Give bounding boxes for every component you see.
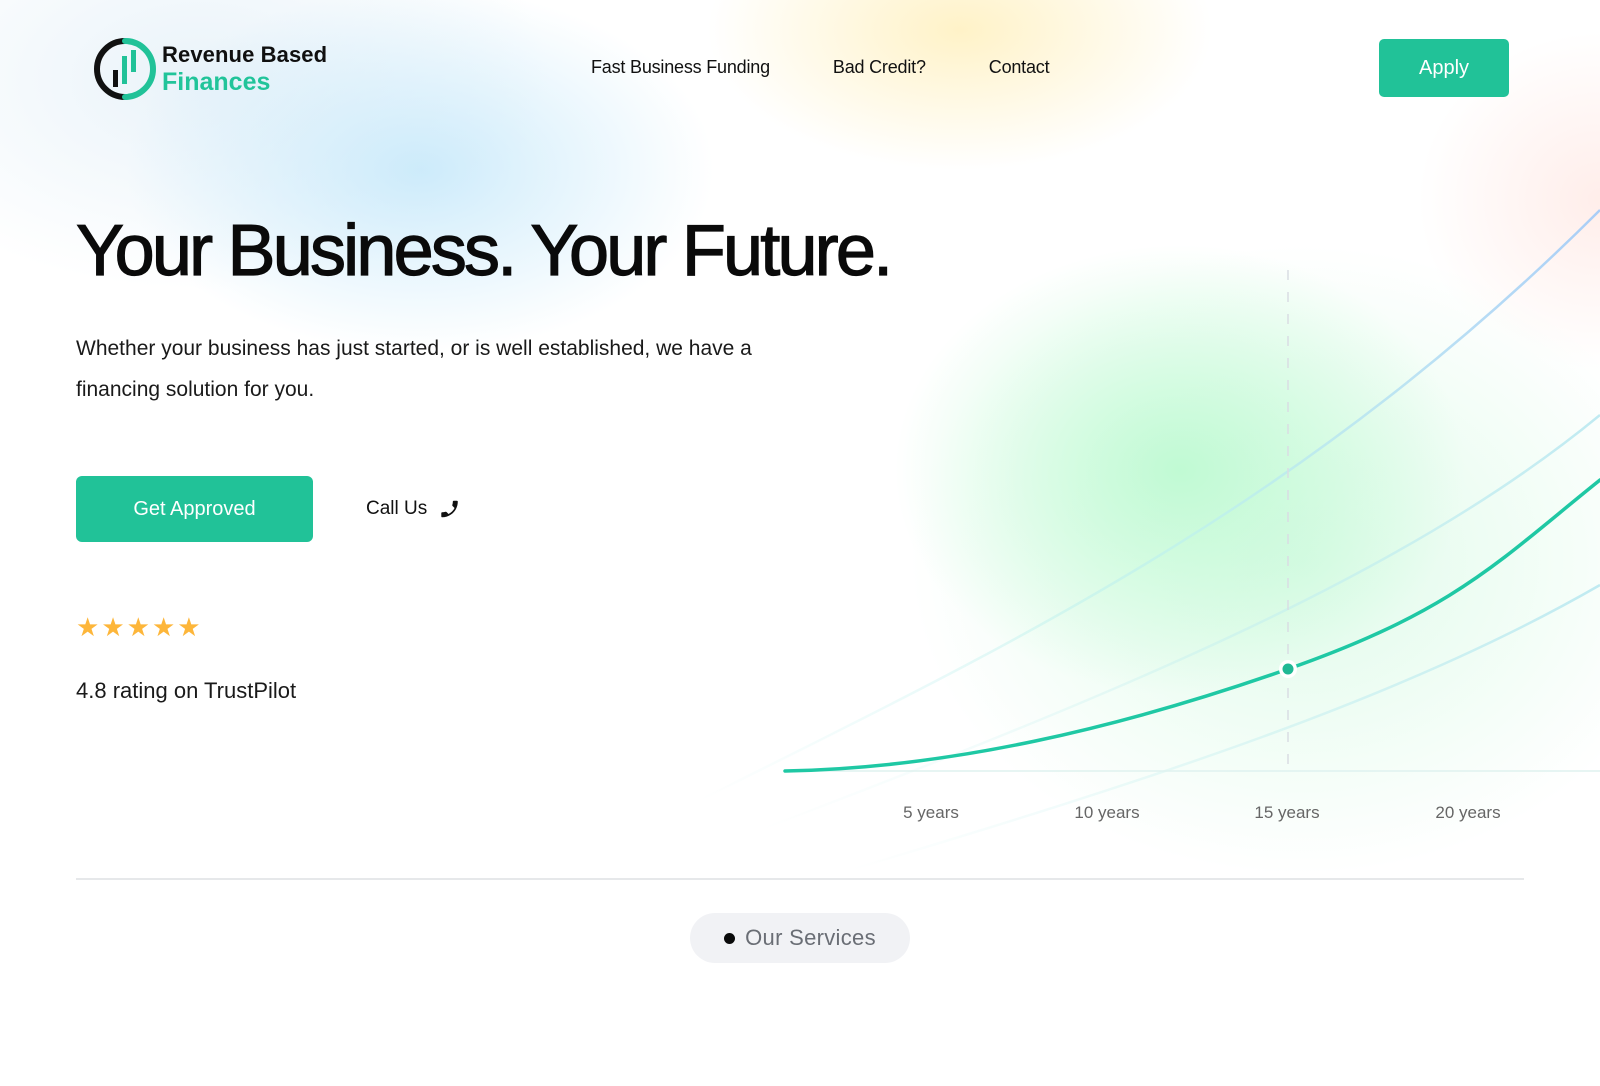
section-background xyxy=(0,880,1600,1086)
brand-name-line2: Finances xyxy=(162,67,271,96)
x-tick-label: 15 years xyxy=(1254,803,1319,822)
nav-contact[interactable]: Contact xyxy=(989,57,1050,78)
brand-logo[interactable]: Revenue Based Finances xyxy=(92,36,327,102)
hero-actions: Get Approved Call Us xyxy=(76,476,461,542)
star-icon: ★ xyxy=(126,612,150,642)
brand-name-line1: Revenue Based xyxy=(162,41,328,67)
growth-line xyxy=(783,478,1600,773)
site-header: Revenue Based Finances Fast Business Fun… xyxy=(0,0,1600,136)
main-nav: Fast Business Funding Bad Credit? Contac… xyxy=(591,57,1112,78)
nav-bad-credit[interactable]: Bad Credit? xyxy=(833,57,926,78)
get-approved-button[interactable]: Get Approved xyxy=(76,476,313,542)
logo-mark-icon xyxy=(94,38,156,100)
nav-fast-business-funding[interactable]: Fast Business Funding xyxy=(591,57,770,78)
star-icon: ★ xyxy=(101,612,125,642)
rating-text: 4.8 rating on TrustPilot xyxy=(76,678,297,703)
our-services-label: Our Services xyxy=(745,925,876,950)
call-us-label: Call Us xyxy=(366,498,428,519)
phone-icon xyxy=(441,500,459,518)
bullet-dot-icon xyxy=(724,932,736,944)
background-curve-3 xyxy=(849,583,1600,872)
hero-section: Your Business. Your Future. Whether your… xyxy=(75,210,893,410)
hero-title: Your Business. Your Future. xyxy=(75,210,893,291)
rating-stars: ★ ★ ★ ★ ★ xyxy=(76,614,296,640)
x-tick-label: 20 years xyxy=(1435,803,1500,822)
x-tick-label: 10 years xyxy=(1074,803,1139,822)
star-icon: ★ xyxy=(177,612,201,642)
apply-button[interactable]: Apply xyxy=(1379,39,1509,97)
highlight-point-core xyxy=(1282,663,1294,675)
x-tick-label: 5 years xyxy=(903,803,959,822)
call-us-link[interactable]: Call Us xyxy=(366,498,461,520)
section-divider xyxy=(76,878,1524,880)
star-icon: ★ xyxy=(76,612,100,642)
star-icon: ★ xyxy=(151,612,176,642)
trustpilot-rating: ★ ★ ★ ★ ★ 4.8 rating on TrustPilot xyxy=(76,614,296,704)
our-services-badge: Our Services xyxy=(690,913,910,963)
hero-subtitle: Whether your business has just started, … xyxy=(76,337,752,401)
background-curve-2 xyxy=(759,414,1600,832)
